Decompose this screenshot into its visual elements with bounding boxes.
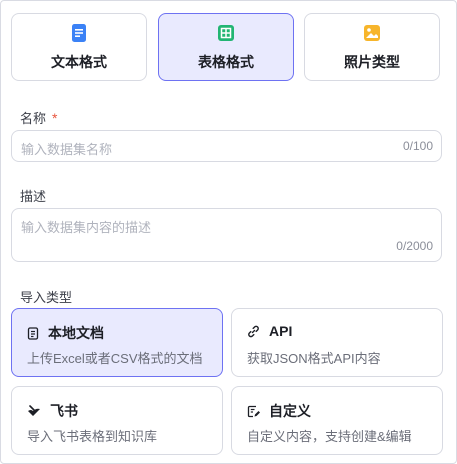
import-option-custom[interactable]: 自定义 自定义内容，支持创建&编辑 [231, 386, 443, 455]
image-icon [364, 24, 380, 41]
tab-photo-type[interactable]: 照片类型 [304, 13, 440, 81]
name-input[interactable]: 输入数据集名称 0/100 [11, 130, 442, 162]
option-title: 自定义 [269, 403, 311, 419]
tab-label: 照片类型 [344, 53, 400, 70]
import-option-feishu[interactable]: 飞书 导入飞书表格到知识库 [11, 386, 223, 455]
link-icon [248, 325, 259, 337]
description-char-counter: 0/2000 [396, 239, 433, 253]
name-placeholder: 输入数据集名称 [21, 142, 113, 157]
required-mark: * [52, 110, 58, 126]
description-label: 描述 [20, 189, 47, 204]
import-option-local-document[interactable]: 本地文档 上传Excel或者CSV格式的文档 [11, 308, 223, 377]
option-title: API [269, 323, 293, 339]
edit-icon [247, 405, 260, 417]
option-description: 导入飞书表格到知识库 [27, 429, 158, 444]
name-label-text: 名称 [20, 111, 47, 126]
feishu-icon [28, 405, 40, 416]
option-description: 自定义内容，支持创建&编辑 [247, 429, 412, 444]
option-description: 上传Excel或者CSV格式的文档 [27, 351, 203, 366]
import-type-label: 导入类型 [20, 290, 73, 305]
import-option-api[interactable]: API 获取JSON格式API内容 [231, 308, 443, 377]
name-char-counter: 0/100 [402, 139, 433, 153]
tab-table-format[interactable]: 表格格式 [158, 13, 294, 81]
description-textarea[interactable]: 输入数据集内容的描述 0/2000 [11, 208, 442, 262]
name-label: 名称 * [20, 108, 57, 127]
option-title: 本地文档 [48, 325, 104, 341]
file-icon [27, 326, 39, 340]
description-placeholder: 输入数据集内容的描述 [21, 220, 152, 235]
tab-text-format[interactable]: 文本格式 [11, 13, 147, 81]
option-title: 飞书 [50, 403, 78, 419]
table-icon [218, 24, 234, 41]
tab-label: 文本格式 [51, 53, 107, 70]
document-icon [72, 23, 86, 42]
option-description: 获取JSON格式API内容 [247, 351, 381, 366]
tab-label: 表格格式 [198, 53, 254, 70]
